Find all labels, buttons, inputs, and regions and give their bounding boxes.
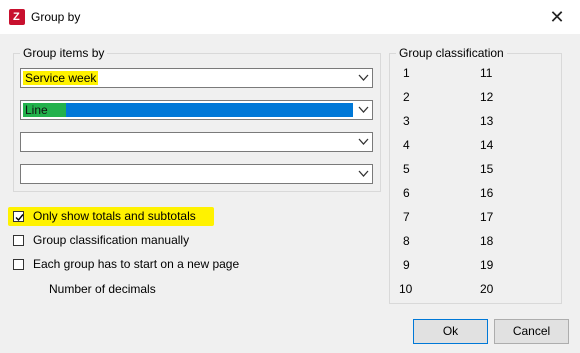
chevron-down-icon[interactable]	[354, 165, 372, 183]
class-item[interactable]: 6	[403, 186, 410, 200]
close-button[interactable]: ✕	[534, 0, 580, 34]
class-item[interactable]: 15	[480, 162, 493, 176]
class-item[interactable]: 20	[480, 282, 493, 296]
classification-box	[389, 53, 562, 304]
class-item[interactable]: 8	[403, 234, 410, 248]
chevron-down-icon[interactable]	[354, 69, 372, 87]
new-page-checkbox[interactable]	[13, 259, 24, 270]
class-item[interactable]: 17	[480, 210, 493, 224]
class-item[interactable]: 10	[399, 282, 412, 296]
group-combo-1-value: Service week	[23, 71, 99, 85]
chevron-down-icon[interactable]	[354, 133, 372, 151]
group-combo-3[interactable]	[20, 132, 373, 152]
only-totals-label[interactable]: Only show totals and subtotals	[33, 209, 196, 223]
classification-manually-label[interactable]: Group classification manually	[33, 233, 189, 247]
decimals-label: Number of decimals	[49, 282, 156, 296]
new-page-label[interactable]: Each group has to start on a new page	[33, 257, 239, 271]
cancel-button[interactable]: Cancel	[494, 319, 569, 344]
chevron-down-icon[interactable]	[354, 101, 372, 119]
classification-legend: Group classification	[396, 46, 507, 60]
class-item[interactable]: 9	[403, 258, 410, 272]
only-totals-checkbox[interactable]	[13, 211, 24, 222]
group-combo-4[interactable]	[20, 164, 373, 184]
class-item[interactable]: 18	[480, 234, 493, 248]
group-combo-1[interactable]: Service week	[20, 68, 373, 88]
class-item[interactable]: 11	[480, 66, 492, 80]
group-items-legend: Group items by	[20, 46, 108, 60]
class-item[interactable]: 7	[403, 210, 410, 224]
title-bar: Z Group by ✕	[0, 0, 580, 34]
class-item[interactable]: 4	[403, 138, 410, 152]
window-title: Group by	[31, 10, 81, 24]
checkmark-icon	[15, 214, 24, 222]
classification-manually-checkbox[interactable]	[13, 235, 24, 246]
class-item[interactable]: 5	[403, 162, 410, 176]
group-combo-2-value: Line	[23, 103, 66, 117]
class-item[interactable]: 1	[403, 66, 410, 80]
app-logo-icon: Z	[9, 9, 25, 25]
class-item[interactable]: 16	[480, 186, 493, 200]
class-item[interactable]: 14	[480, 138, 493, 152]
class-item[interactable]: 19	[480, 258, 493, 272]
group-combo-2[interactable]: Line	[20, 100, 373, 120]
class-item[interactable]: 2	[403, 90, 410, 104]
ok-button[interactable]: Ok	[413, 319, 488, 344]
selection-highlight	[23, 103, 353, 117]
class-item[interactable]: 13	[480, 114, 493, 128]
class-item[interactable]: 12	[480, 90, 493, 104]
class-item[interactable]: 3	[403, 114, 410, 128]
